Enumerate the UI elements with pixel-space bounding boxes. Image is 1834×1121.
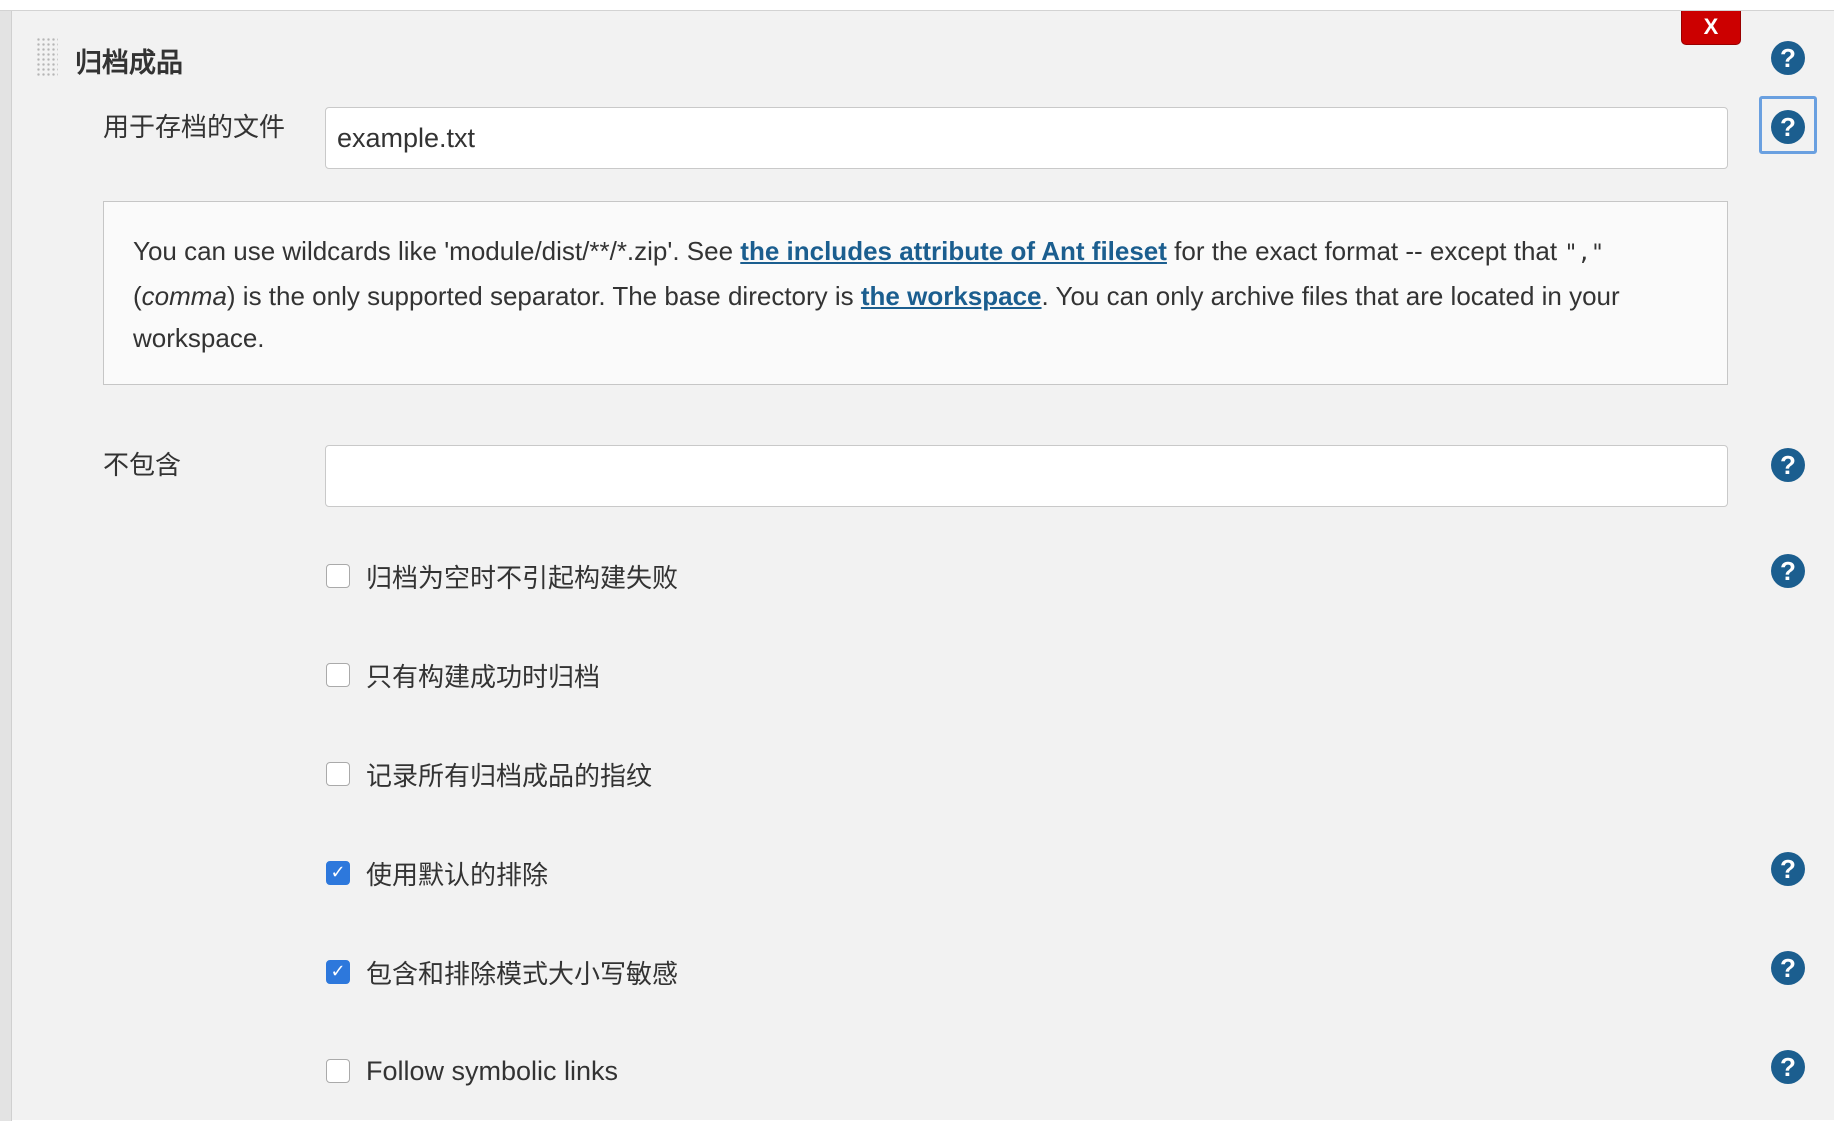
ant-fileset-link[interactable]: the includes attribute of Ant fileset [740, 236, 1167, 266]
drag-handle-icon[interactable] [36, 37, 58, 77]
checkbox[interactable] [326, 762, 350, 786]
option-follow-symlinks[interactable]: Follow symbolic links [326, 1051, 618, 1091]
files-to-archive-input[interactable] [325, 107, 1728, 169]
panel-left-bar [0, 11, 12, 1121]
checkbox[interactable] [326, 564, 350, 588]
option-label[interactable]: 归档为空时不引起构建失败 [366, 558, 678, 595]
checkbox-checked[interactable]: ✓ [326, 861, 350, 885]
comma-code: "," [1564, 241, 1605, 266]
checkbox[interactable] [326, 663, 350, 687]
excludes-help-icon[interactable]: ? [1771, 448, 1805, 482]
follow-symlinks-help-icon[interactable]: ? [1771, 1050, 1805, 1084]
default-excludes-help-icon[interactable]: ? [1771, 852, 1805, 886]
option-allow-empty-archive[interactable]: 归档为空时不引起构建失败 [326, 556, 678, 596]
checkbox[interactable] [326, 1059, 350, 1083]
option-fingerprint[interactable]: 记录所有归档成品的指纹 [326, 754, 652, 794]
excludes-input[interactable] [325, 445, 1728, 507]
help-text-part: ( [133, 281, 142, 311]
files-to-archive-label: 用于存档的文件 [103, 113, 286, 143]
help-text-part: You can use wildcards like 'module/dist/… [133, 236, 741, 266]
option-label[interactable]: 使用默认的排除 [366, 855, 548, 892]
checkbox-checked[interactable]: ✓ [326, 960, 350, 984]
archive-artifacts-panel: 归档成品 X ? 用于存档的文件 ? You can use wildcards… [0, 10, 1834, 1121]
comma-emphasis: comma [141, 281, 227, 311]
workspace-link[interactable]: the workspace [861, 281, 1042, 311]
checkmark-icon: ✓ [330, 961, 346, 982]
help-text-part: ) is the only supported separator. The b… [226, 281, 861, 311]
option-label[interactable]: 包含和排除模式大小写敏感 [366, 954, 678, 991]
option-only-if-successful[interactable]: 只有构建成功时归档 [326, 655, 600, 695]
files-help-text: You can use wildcards like 'module/dist/… [103, 201, 1728, 385]
checkmark-icon: ✓ [330, 862, 346, 883]
help-text-part: for the exact format -- except that [1166, 236, 1565, 266]
section-help-icon[interactable]: ? [1771, 41, 1805, 75]
option-default-excludes[interactable]: ✓ 使用默认的排除 [326, 853, 548, 893]
excludes-label: 不包含 [103, 451, 182, 481]
option-case-sensitive[interactable]: ✓ 包含和排除模式大小写敏感 [326, 952, 678, 992]
option-label[interactable]: Follow symbolic links [366, 1056, 618, 1087]
option-label[interactable]: 只有构建成功时归档 [366, 657, 600, 694]
option-label[interactable]: 记录所有归档成品的指纹 [366, 756, 652, 793]
delete-step-button[interactable]: X [1681, 11, 1741, 45]
section-title: 归档成品 [75, 48, 183, 79]
case-sensitive-help-icon[interactable]: ? [1771, 951, 1805, 985]
files-help-icon[interactable]: ? [1771, 110, 1805, 144]
allow-empty-help-icon[interactable]: ? [1771, 554, 1805, 588]
